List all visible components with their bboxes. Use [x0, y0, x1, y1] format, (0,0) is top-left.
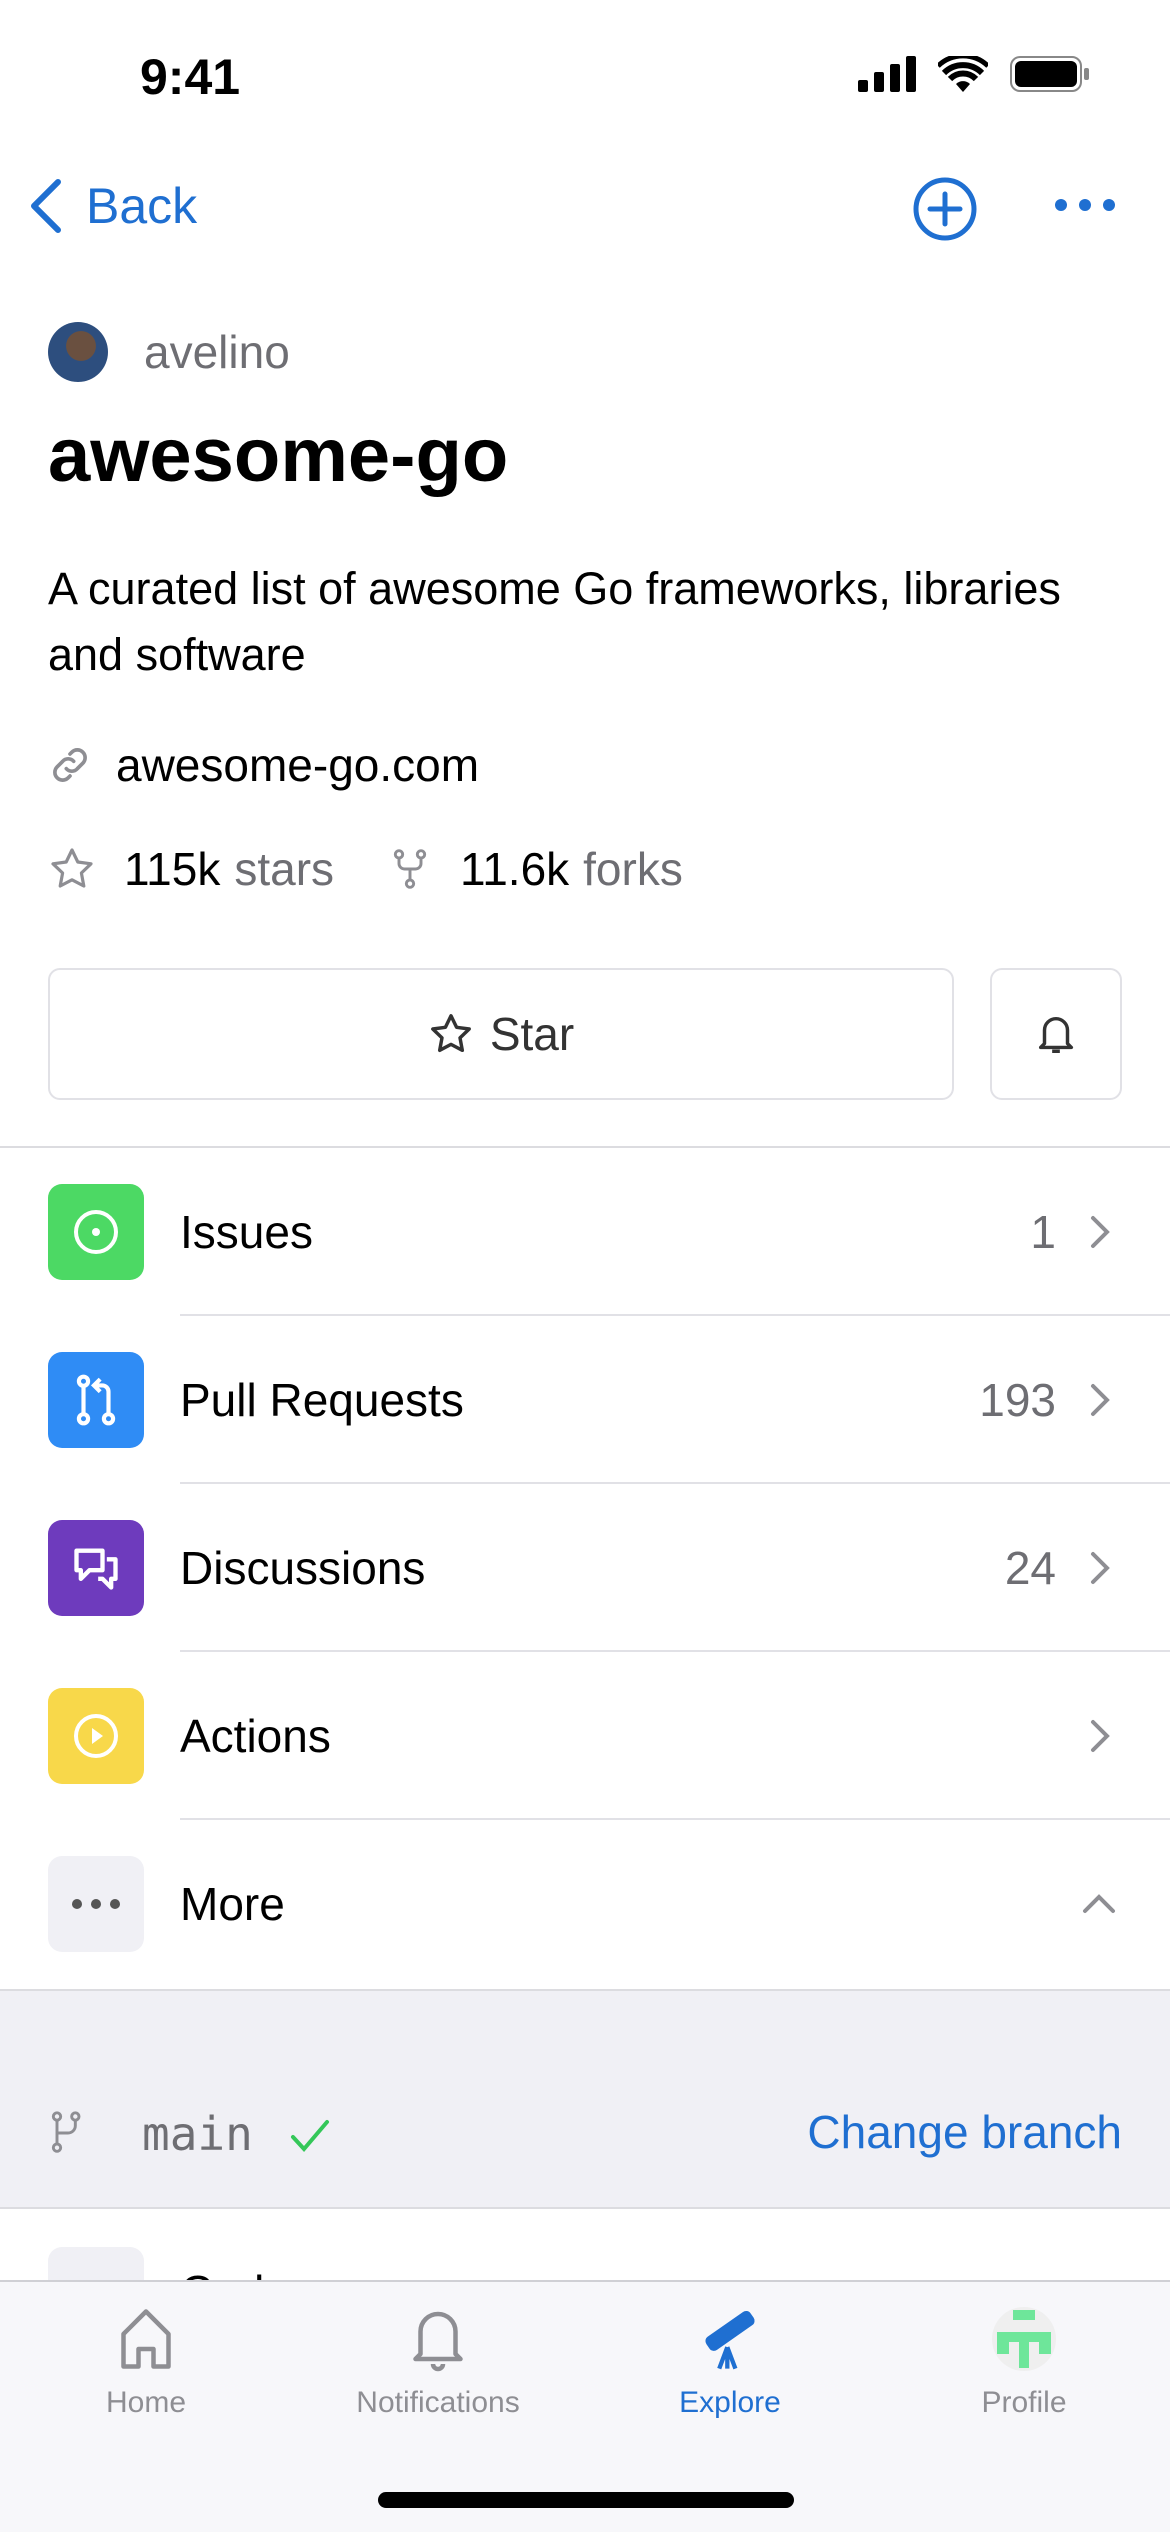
- repo-owner[interactable]: avelino: [48, 322, 290, 382]
- actions-icon: [48, 1688, 144, 1784]
- profile-avatar-icon: [992, 2307, 1056, 2371]
- repo-description: A curated list of awesome Go frameworks,…: [48, 563, 1061, 680]
- watch-button[interactable]: [990, 968, 1122, 1100]
- pull-request-icon: [48, 1352, 144, 1448]
- status-icons: [858, 56, 1090, 92]
- forks-count: 11.6k: [460, 843, 570, 895]
- menu-item-actions[interactable]: Actions: [0, 1652, 1170, 1820]
- tab-label: Explore: [679, 2386, 781, 2419]
- telescope-icon: [705, 2310, 755, 2370]
- fork-icon: [393, 849, 427, 889]
- tab-notifications[interactable]: Notifications: [328, 2306, 548, 2420]
- repo-stats: 115k stars 11.6k forks: [48, 842, 683, 896]
- star-label: Star: [489, 1008, 575, 1060]
- star-button[interactable]: Star: [48, 968, 954, 1100]
- wifi-icon: [938, 56, 988, 92]
- bell-icon: [1038, 1017, 1074, 1053]
- tab-label: Profile: [981, 2386, 1067, 2419]
- tab-profile[interactable]: Profile: [914, 2306, 1134, 2420]
- menu-item-discussions[interactable]: Discussions 24: [0, 1484, 1170, 1652]
- link-icon: [53, 748, 87, 782]
- chevron-right-icon: [1091, 1384, 1110, 1416]
- tab-label: Home: [105, 2386, 187, 2419]
- home-indicator[interactable]: [378, 2492, 794, 2508]
- issues-icon: [48, 1184, 144, 1280]
- add-icon[interactable]: [912, 176, 978, 242]
- tab-home[interactable]: Home: [36, 2306, 256, 2420]
- chevron-right-icon: [1091, 1720, 1110, 1752]
- stars-label: stars: [234, 843, 335, 895]
- branch-name: main: [142, 2107, 253, 2161]
- menu-label: More: [180, 1878, 285, 1930]
- menu-label: Actions: [180, 1710, 331, 1762]
- signal-icon: [858, 56, 916, 92]
- change-branch-button[interactable]: Change branch: [807, 2105, 1122, 2159]
- branch-section: main Change branch: [0, 1991, 1170, 2208]
- chevron-right-icon: [1091, 1216, 1110, 1248]
- forks-label: forks: [583, 843, 683, 895]
- back-button[interactable]: Back: [26, 176, 197, 236]
- website-link[interactable]: awesome-go.com: [48, 738, 479, 792]
- branch-icon: [51, 2111, 81, 2153]
- home-icon: [121, 2309, 171, 2369]
- menu-item-code[interactable]: Code: [0, 2209, 1170, 2281]
- chevron-left-icon: [31, 179, 61, 233]
- bell-icon: [413, 2311, 463, 2372]
- menu-label: Pull Requests: [180, 1374, 464, 1426]
- star-icon: [51, 848, 93, 888]
- repo-title: awesome-go: [48, 413, 509, 498]
- file-code-icon: [48, 2247, 144, 2281]
- discussions-icon: [48, 1520, 144, 1616]
- menu-item-more[interactable]: More: [0, 1820, 1170, 1988]
- avatar: [48, 322, 108, 382]
- ellipsis-icon: [48, 1856, 144, 1952]
- back-label: Back: [86, 178, 198, 234]
- menu-label: Discussions: [180, 1542, 426, 1594]
- pull-requests-count: 193: [979, 1374, 1056, 1426]
- owner-name: avelino: [144, 326, 290, 378]
- website-url: awesome-go.com: [116, 739, 480, 791]
- menu-label: Code: [180, 2265, 1170, 2281]
- chevron-right-icon: [1091, 1552, 1110, 1584]
- stars-count: 115k: [124, 843, 221, 895]
- battery-icon: [1010, 56, 1089, 92]
- tab-label: Notifications: [356, 2386, 520, 2419]
- check-icon: [291, 2120, 329, 2153]
- menu-item-pull-requests[interactable]: Pull Requests 193: [0, 1316, 1170, 1484]
- issues-count: 1: [1030, 1206, 1056, 1258]
- status-time: 9:41: [140, 49, 241, 105]
- menu-label: Issues: [180, 1206, 313, 1258]
- more-options-icon[interactable]: [1054, 198, 1116, 212]
- star-icon: [430, 1014, 471, 1053]
- tab-explore[interactable]: Explore: [620, 2306, 840, 2420]
- menu-item-issues[interactable]: Issues 1: [0, 1148, 1170, 1316]
- discussions-count: 24: [1004, 1542, 1056, 1594]
- chevron-up-icon: [1083, 1894, 1115, 1913]
